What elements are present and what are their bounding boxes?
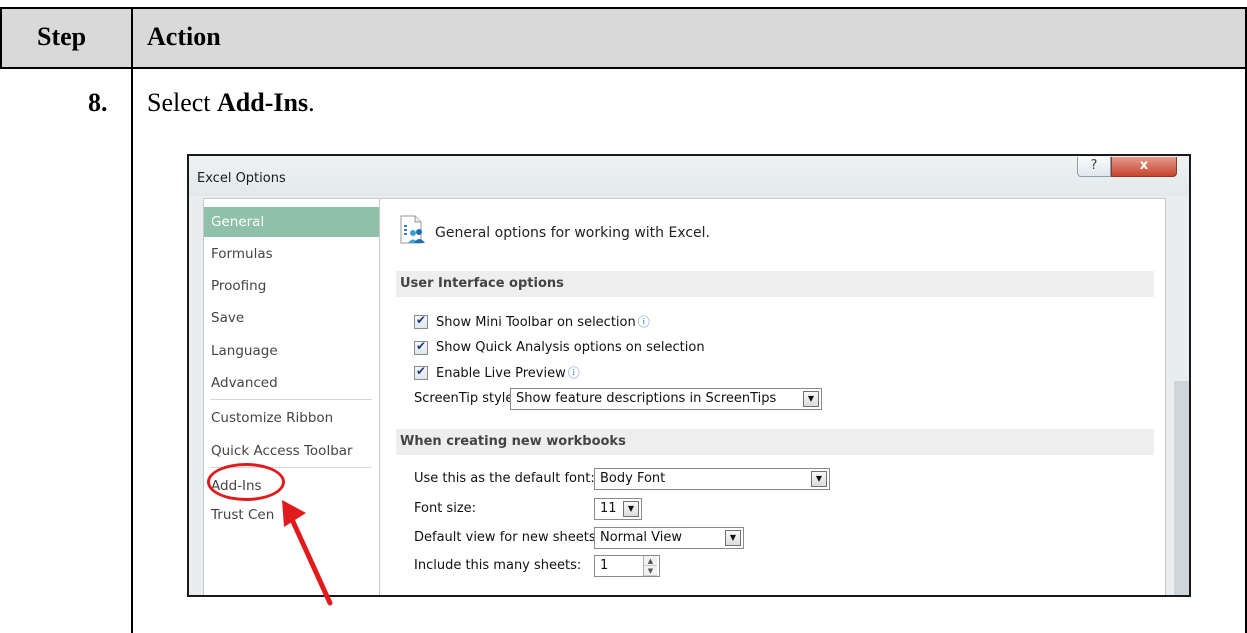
screentip-label: ScreenTip style:: [414, 391, 518, 406]
live-preview-checkbox[interactable]: [414, 364, 428, 380]
nav-item-customize-ribbon[interactable]: Customize Ribbon: [204, 403, 384, 433]
live-preview-text: Enable Live Preview: [436, 366, 566, 381]
table-left-border: [0, 7, 2, 69]
sheets-count-label: Include this many sheets:: [414, 558, 582, 573]
nav-separator: [210, 399, 372, 400]
default-view-label: Default view for new sheets:: [414, 530, 600, 545]
instruction-target: Add-Ins: [217, 88, 309, 117]
annotation-arrow-icon: [282, 500, 333, 606]
options-content: General options for working with Excel. …: [379, 198, 1166, 595]
step-instruction: Select Add-Ins.: [147, 88, 315, 118]
font-size-value: 11: [600, 501, 617, 516]
info-icon[interactable]: ⓘ: [638, 315, 650, 329]
dialog-title: Excel Options: [197, 171, 286, 186]
info-icon[interactable]: ⓘ: [568, 366, 580, 380]
spin-up-icon[interactable]: ▲: [644, 556, 657, 566]
mini-toolbar-label: Show Mini Toolbar on selection ⓘ: [436, 313, 650, 332]
font-size-select[interactable]: 11 ▼: [594, 498, 642, 520]
nav-item-language[interactable]: Language: [204, 336, 384, 366]
chevron-down-icon[interactable]: ▼: [803, 391, 819, 407]
mini-toolbar-checkbox[interactable]: [414, 313, 428, 329]
screentip-style-select[interactable]: Show feature descriptions in ScreenTips …: [510, 388, 822, 410]
default-font-label: Use this as the default font:: [414, 471, 595, 486]
dialog-titlebar: Excel Options ? x: [189, 156, 1189, 196]
nav-item-formulas[interactable]: Formulas: [204, 239, 384, 269]
chevron-down-icon[interactable]: ▼: [811, 471, 827, 487]
nav-item-advanced[interactable]: Advanced: [204, 368, 384, 398]
spin-down-icon[interactable]: ▼: [644, 566, 657, 576]
nav-item-general[interactable]: General: [204, 207, 384, 237]
help-button[interactable]: ?: [1077, 157, 1111, 177]
screentip-style-value: Show feature descriptions in ScreenTips: [516, 391, 777, 406]
mini-toolbar-text: Show Mini Toolbar on selection: [436, 315, 636, 330]
sheets-count-input[interactable]: 1 ▲ ▼: [594, 555, 660, 577]
font-size-label: Font size:: [414, 501, 477, 516]
header-action: Action: [147, 22, 221, 51]
section-new-workbooks: When creating new workbooks: [396, 429, 1154, 455]
close-button[interactable]: x: [1111, 157, 1177, 177]
step-number: 8.: [88, 88, 108, 117]
nav-item-proofing[interactable]: Proofing: [204, 271, 384, 301]
default-font-value: Body Font: [600, 471, 666, 486]
header-step: Step: [37, 22, 87, 51]
default-view-select[interactable]: Normal View ▼: [594, 527, 744, 549]
default-font-select[interactable]: Body Font ▼: [594, 468, 830, 490]
sheets-count-value: 1: [600, 558, 609, 573]
section-user-interface: User Interface options: [396, 271, 1154, 297]
dialog-scrollbar[interactable]: [1174, 381, 1189, 595]
general-options-icon: [400, 215, 425, 244]
default-view-value: Normal View: [600, 530, 683, 545]
quick-analysis-label: Show Quick Analysis options on selection: [436, 340, 705, 355]
instruction-prefix: Select: [147, 88, 218, 117]
chevron-down-icon[interactable]: ▼: [623, 501, 639, 517]
sheets-spinner[interactable]: ▲ ▼: [643, 556, 657, 576]
table-column-divider: [131, 7, 133, 633]
table-top-border: [0, 7, 1247, 9]
table-header-divider: [0, 67, 1247, 69]
instruction-suffix: .: [308, 88, 315, 117]
nav-item-quick-access-toolbar[interactable]: Quick Access Toolbar: [204, 436, 384, 466]
live-preview-label: Enable Live Preview ⓘ: [436, 364, 580, 383]
nav-item-save[interactable]: Save: [204, 303, 384, 333]
quick-analysis-checkbox[interactable]: [414, 339, 428, 355]
chevron-down-icon[interactable]: ▼: [725, 530, 741, 546]
general-heading: General options for working with Excel.: [435, 225, 711, 241]
